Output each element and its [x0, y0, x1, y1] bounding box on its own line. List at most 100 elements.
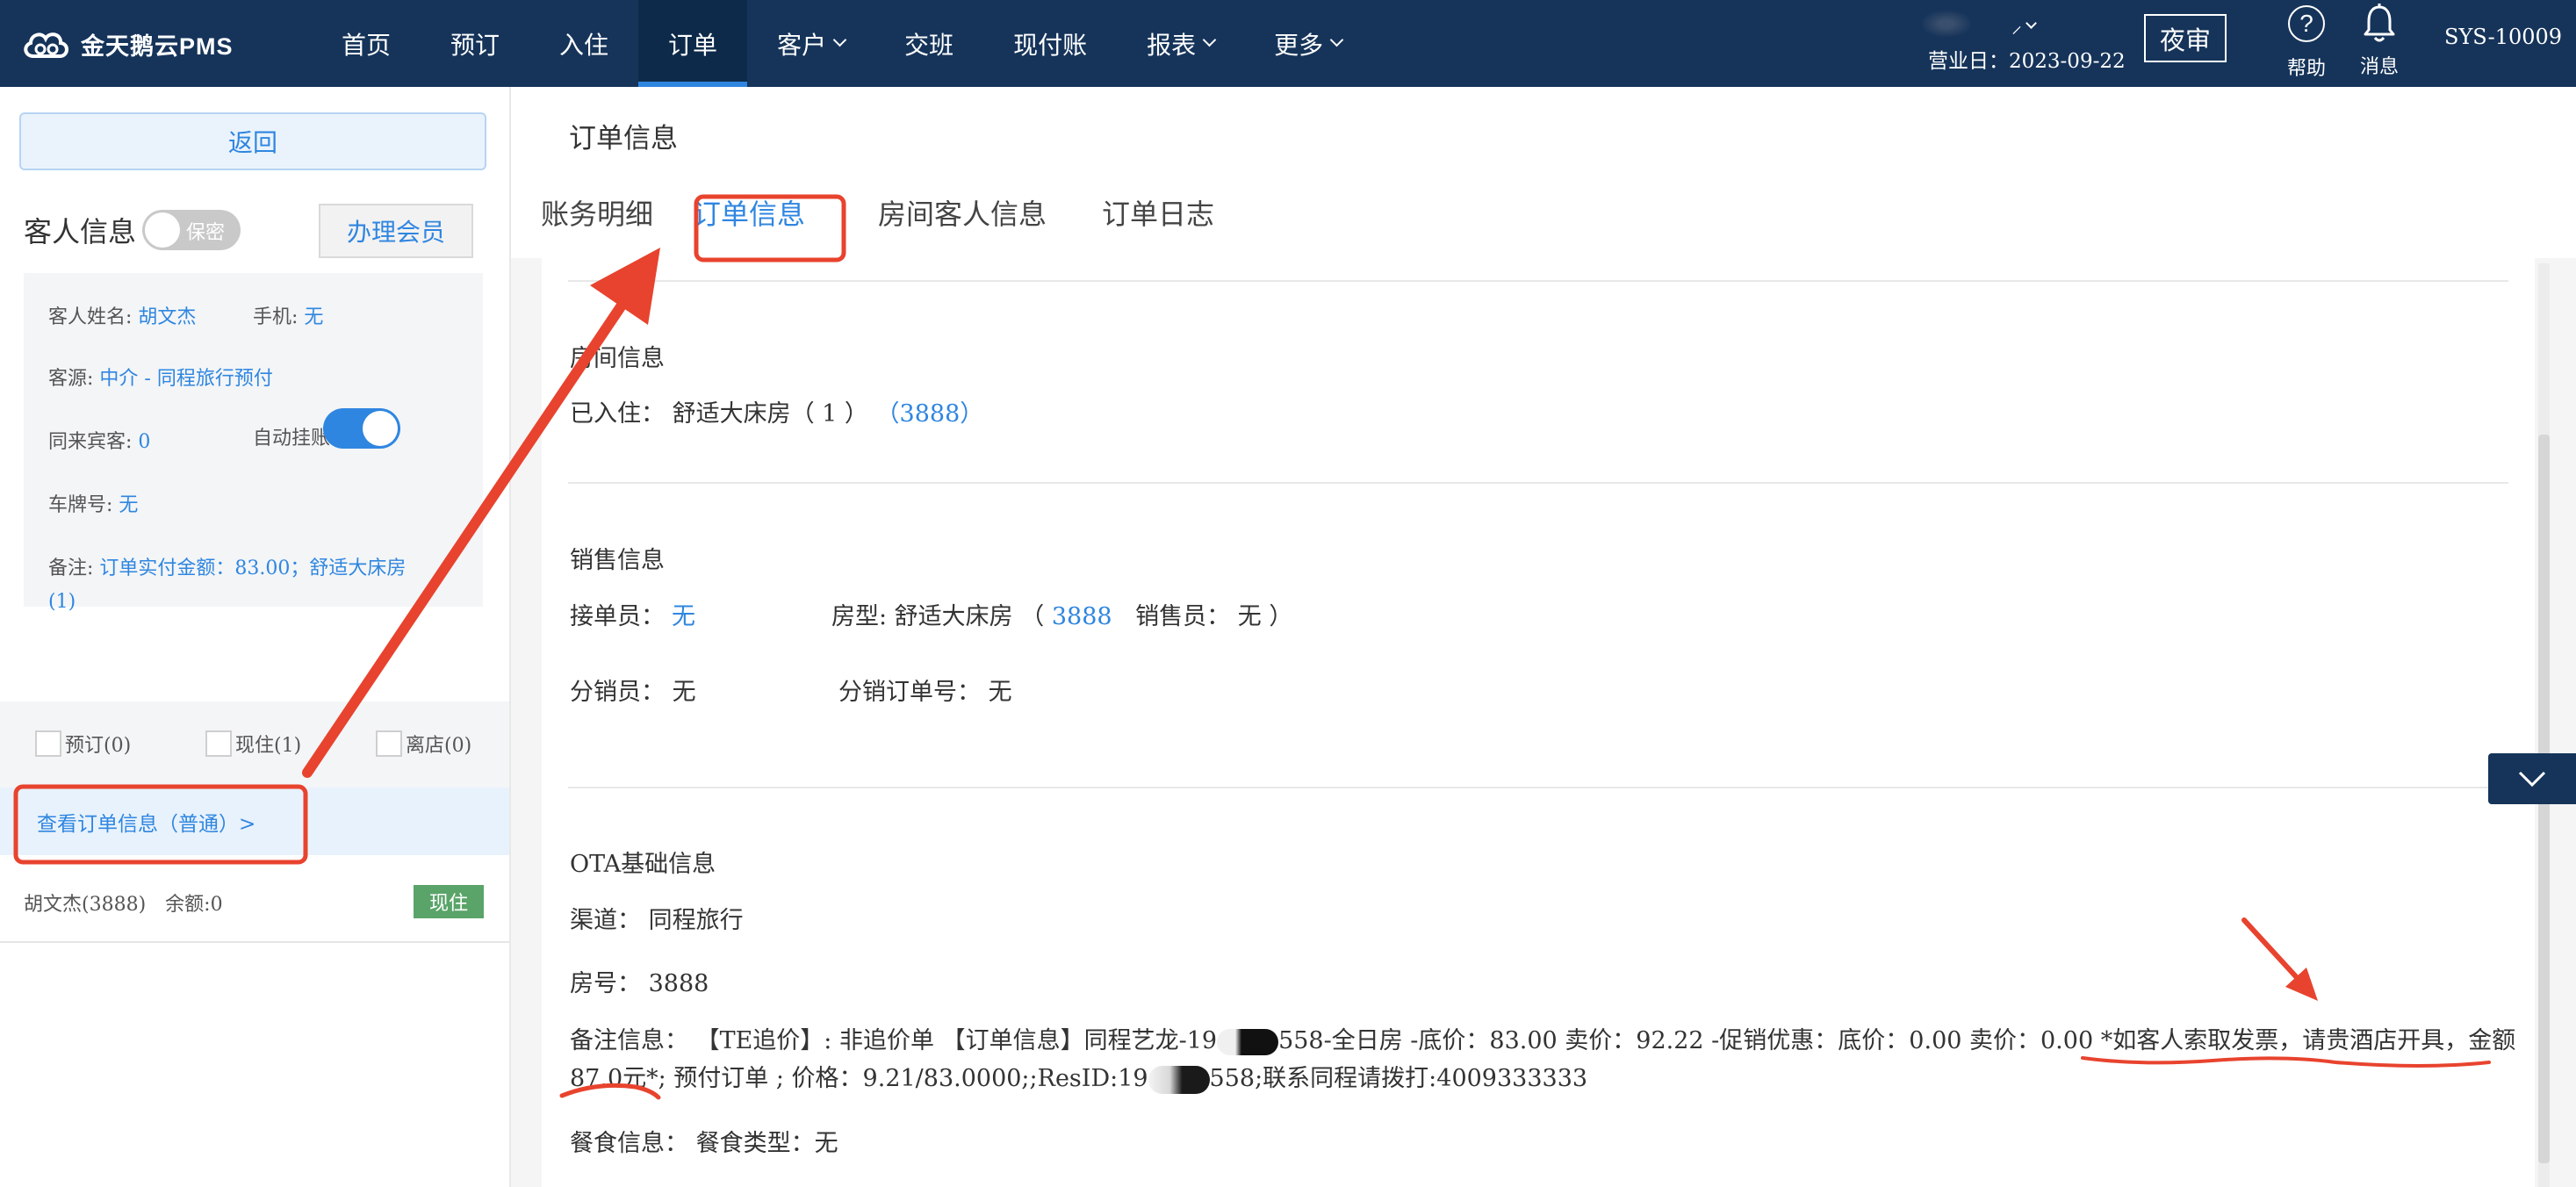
chevron-down-icon — [832, 32, 847, 47]
ota-info-title: OTA基础信息 — [570, 851, 716, 878]
sales-room-type-row: 房型: 舒适大床房 （ 3888 销售员： 无 ） — [831, 597, 1292, 631]
receiver-value: 无 — [672, 603, 695, 630]
nav-more[interactable]: 更多 — [1244, 0, 1371, 87]
sales-room-number[interactable]: 3888 — [1052, 603, 1112, 630]
salesperson: 销售员： 无 ） — [1135, 603, 1293, 630]
left-panel: 返回 客人信息 保密 办理会员 客人姓名: 胡文杰 手机: 无 客源: 中介 -… — [0, 87, 509, 1187]
guest-name-row: 客人姓名: 胡文杰 — [48, 301, 196, 329]
checked-in-label: 已入住： — [570, 400, 665, 428]
ota-remark-label: 备注信息： — [570, 1027, 688, 1054]
phone-row: 手机: 无 — [253, 301, 323, 329]
expand-collapse-button[interactable] — [2488, 753, 2576, 804]
nav-customers[interactable]: 客户 — [747, 0, 874, 87]
guest-info-title: 客人信息 — [24, 215, 137, 248]
divider — [568, 787, 2508, 788]
tab-billing-details[interactable]: 账务明细 — [541, 192, 653, 233]
nav-orders-label: 订单 — [668, 30, 718, 60]
app-logo-text: 金天鹅云PMS — [81, 32, 234, 60]
status-badge: 现住 — [414, 885, 484, 918]
remark-label: 备注: — [48, 558, 94, 579]
help-label: 帮助 — [2286, 58, 2326, 80]
back-button[interactable]: 返回 — [19, 112, 486, 170]
checked-in-room-row: 已入住： 舒适大床房（ 1 ） （3888） — [570, 394, 983, 428]
distributor-order-value: 无 — [988, 679, 1012, 706]
user-name-blurred — [1922, 11, 1971, 37]
nav-reports[interactable]: 报表 — [1117, 0, 1244, 87]
nav-home-label: 首页 — [342, 30, 392, 60]
nav-reservation-label: 预订 — [450, 30, 500, 60]
channel-label: 渠道： — [570, 907, 641, 934]
help-icon: ? — [2288, 5, 2325, 42]
nav-shift[interactable]: 交班 — [874, 0, 983, 87]
order-status-filters: 预订(0) 现住(1) 离店(0) — [0, 701, 509, 788]
night-audit-button[interactable]: 夜审 — [2144, 14, 2227, 62]
page-title: 订单信息 — [569, 123, 678, 155]
help-button[interactable]: ? 帮助 — [2282, 5, 2331, 81]
user-icon: ⸝ — [2011, 13, 2022, 38]
source-value: 中介 - 同程旅行预付 — [99, 368, 273, 390]
ota-remark-text-3: 87.0元*; 预付订单 ; 价格：9.21/83.0000;;ResID:19 — [570, 1065, 1148, 1092]
order-info-content: 房间信息 已入住： 舒适大床房（ 1 ） （3888） 销售信息 接单员： 无 房… — [542, 258, 2535, 1187]
business-date: 营业日：2023-09-22 — [1928, 50, 2126, 73]
cloud-logo-icon — [24, 32, 68, 58]
plate-value: 无 — [119, 494, 139, 516]
order-guest-balance: 胡文杰(3888) 余额:0 — [24, 894, 223, 916]
tab-room-guest-info[interactable]: 房间客人信息 — [878, 192, 1047, 233]
system-id[interactable]: SYS-10009 — [2444, 25, 2562, 49]
source-row: 客源: 中介 - 同程旅行预付 — [48, 363, 273, 391]
right-panel-header: 订单信息 账务明细 订单信息 房间客人信息 订单日志 — [511, 87, 2576, 263]
user-menu[interactable]: ⸝ — [2011, 11, 2037, 40]
checkbox[interactable] — [376, 730, 402, 757]
plate-label: 车牌号: — [48, 494, 113, 516]
companions-value[interactable]: 0 — [138, 431, 150, 453]
phone-value: 无 — [304, 306, 324, 328]
sales-info-title: 销售信息 — [570, 547, 665, 574]
meal-label: 餐食信息： — [570, 1130, 688, 1157]
order-link-row: 查看订单信息（普通）> — [0, 788, 509, 855]
meal-value: 餐食类型：无 — [695, 1130, 838, 1157]
divider — [568, 280, 2508, 282]
checked-in-room-number[interactable]: （3888） — [876, 400, 984, 428]
sales-room-type: 房型: 舒适大床房 （ — [831, 603, 1045, 630]
meal-row: 餐食信息： 餐食类型：无 — [570, 1124, 838, 1158]
nav-cash-account-label: 现付账 — [1013, 30, 1088, 60]
filter-in-house-label: 现住(1) — [235, 735, 302, 757]
tab-order-info[interactable]: 订单信息 — [693, 192, 805, 233]
auto-charge-toggle[interactable] — [323, 408, 400, 449]
nav-reports-label: 报表 — [1147, 30, 1197, 60]
filter-reserved[interactable]: 预订(0) — [35, 730, 131, 758]
distributor-value: 无 — [672, 679, 696, 706]
register-member-button[interactable]: 办理会员 — [319, 204, 473, 258]
nav-checkin[interactable]: 入住 — [529, 0, 638, 87]
source-label: 客源: — [48, 368, 94, 390]
order-list-item[interactable]: 胡文杰(3888) 余额:0 现住 — [0, 855, 509, 943]
receiver-row: 接单员： 无 — [570, 597, 695, 631]
redacted-phone — [1217, 1028, 1279, 1055]
chevron-down-icon — [1329, 32, 1344, 47]
guest-name-value: 胡文杰 — [138, 306, 197, 328]
chevron-down-icon — [1202, 32, 1217, 47]
filter-checked-out-label: 离店(0) — [406, 735, 472, 757]
secret-toggle[interactable]: 保密 — [142, 210, 241, 250]
room-info-title: 房间信息 — [570, 345, 665, 372]
divider — [568, 482, 2508, 484]
nav-orders[interactable]: 订单 — [638, 0, 748, 87]
nav-cash-account[interactable]: 现付账 — [983, 0, 1117, 87]
app-logo[interactable]: 金天鹅云PMS — [21, 23, 234, 65]
toggle-knob — [363, 411, 398, 446]
messages-button[interactable]: 消息 — [2355, 4, 2404, 79]
checkbox[interactable] — [205, 730, 232, 757]
channel-value: 同程旅行 — [648, 907, 744, 934]
tab-order-log[interactable]: 订单日志 — [1102, 192, 1214, 233]
ota-room-label: 房号： — [570, 970, 641, 997]
checkbox[interactable] — [35, 730, 61, 757]
filter-in-house[interactable]: 现住(1) — [205, 730, 301, 758]
view-order-info-link[interactable]: 查看订单信息（普通）> — [37, 807, 255, 837]
filter-checked-out[interactable]: 离店(0) — [376, 730, 471, 758]
nav-reservation[interactable]: 预订 — [421, 0, 529, 87]
chevron-down-icon — [2026, 18, 2037, 29]
nav-home[interactable]: 首页 — [312, 0, 421, 87]
nav-checkin-label: 入住 — [559, 30, 609, 60]
distributor-order-label: 分销订单号： — [838, 679, 981, 706]
remark-value: 订单实付金额：83.00；舒适大床房(1) — [48, 558, 407, 613]
